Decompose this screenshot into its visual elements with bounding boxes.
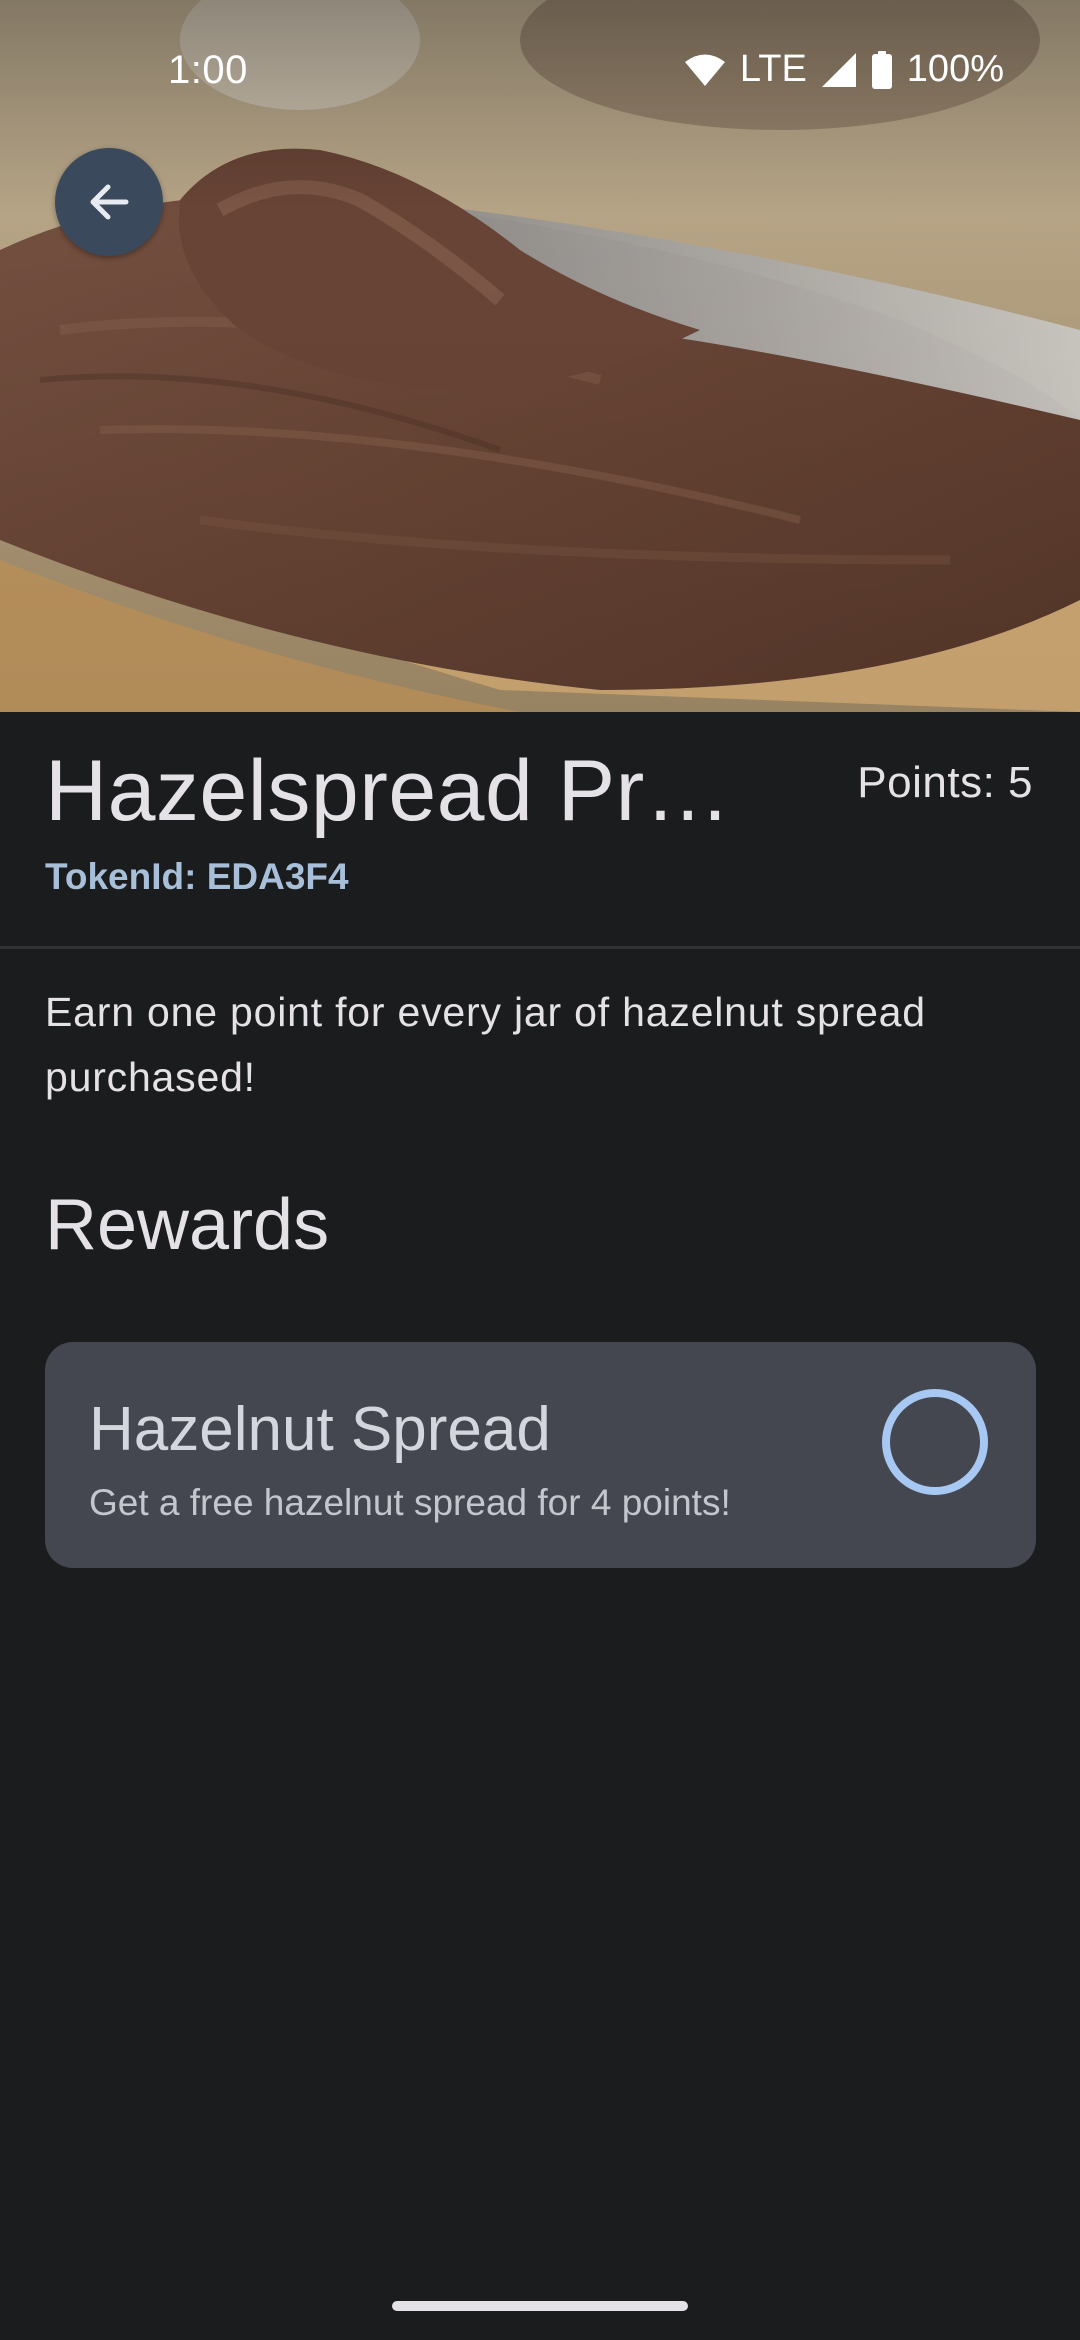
status-bar: 1:00 LTE 100%: [0, 0, 1080, 140]
circle-progress-icon: [882, 1389, 988, 1495]
points-count: Points: 5: [857, 758, 1033, 807]
token-id: TokenId: EDA3F4: [45, 856, 349, 897]
reward-name: Hazelnut Spread: [89, 1395, 551, 1464]
battery-percent: 100%: [906, 48, 1004, 90]
cell-signal-icon: [821, 52, 857, 88]
status-icons: LTE 100%: [684, 48, 1004, 91]
network-type: LTE: [739, 48, 807, 90]
back-button[interactable]: [55, 148, 163, 256]
status-time: 1:00: [168, 48, 248, 92]
reward-description: Get a free hazelnut spread for 4 points!: [89, 1482, 731, 1523]
loyalty-program-screen: 1:00 LTE 100% Hazelspread Pro... TokenId…: [0, 0, 1080, 2340]
divider: [0, 946, 1080, 949]
program-description: Earn one point for every jar of hazelnut…: [45, 989, 926, 1100]
reward-card[interactable]: Hazelnut Spread Get a free hazelnut spre…: [45, 1342, 1036, 1568]
wifi-icon: [684, 53, 726, 87]
arrow-left-icon: [90, 184, 129, 220]
rewards-heading: Rewards: [45, 1185, 330, 1265]
home-indicator[interactable]: [392, 2301, 688, 2311]
program-title: Hazelspread Pro...: [45, 743, 765, 839]
battery-icon: [871, 50, 893, 89]
